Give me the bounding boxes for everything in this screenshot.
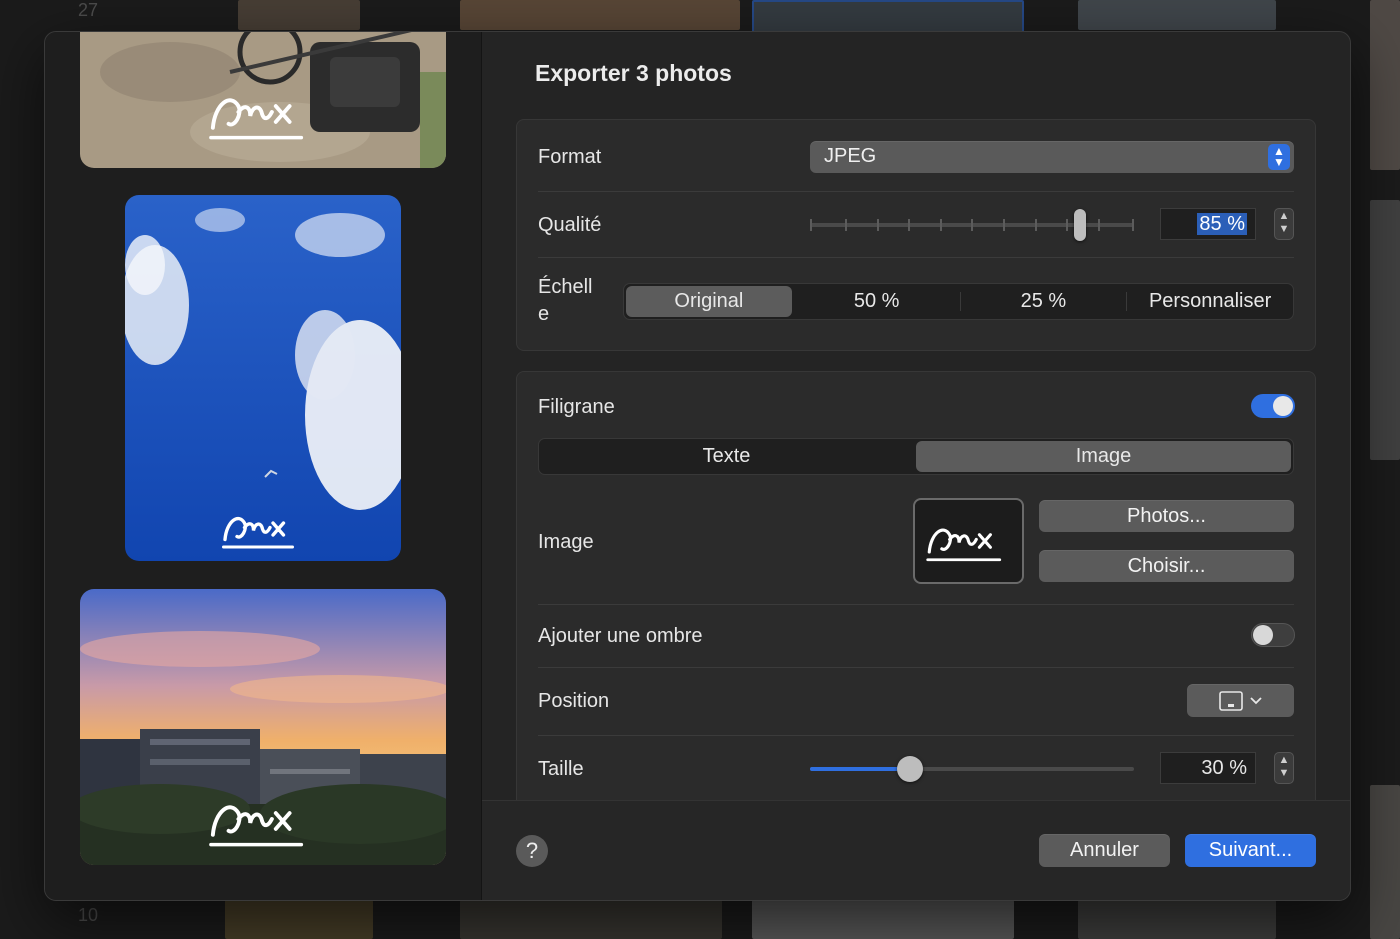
- position-label: Position: [538, 690, 610, 712]
- library-thumbnail[interactable]: [1370, 0, 1400, 170]
- watermark-type-image[interactable]: Image: [916, 441, 1291, 472]
- scale-label: Échell e: [538, 274, 592, 328]
- quality-field[interactable]: 85 %: [1160, 208, 1256, 240]
- preview-pane: [45, 32, 482, 900]
- size-stepper[interactable]: ▲ ▼: [1274, 752, 1294, 784]
- position-select[interactable]: [1187, 684, 1294, 717]
- format-label: Format: [538, 146, 602, 168]
- preview-photo-bike: [80, 32, 446, 168]
- quality-slider-knob[interactable]: [1074, 209, 1086, 241]
- library-thumbnail[interactable]: [238, 0, 360, 30]
- size-slider-knob[interactable]: [897, 756, 923, 782]
- format-value: JPEG: [824, 145, 877, 167]
- quality-value: 85 %: [1197, 213, 1247, 235]
- watermark-type-text[interactable]: Texte: [539, 439, 914, 474]
- row-number: 10: [78, 905, 99, 925]
- shadow-label: Ajouter une ombre: [538, 625, 703, 647]
- library-thumbnail[interactable]: [460, 900, 722, 939]
- library-thumbnail[interactable]: [1078, 0, 1276, 30]
- scale-option-original[interactable]: Original: [626, 286, 792, 317]
- library-thumbnail[interactable]: [1370, 200, 1400, 460]
- next-button[interactable]: Suivant...: [1185, 834, 1316, 867]
- scale-label-line-1: Échell: [538, 276, 593, 298]
- watermark-image-label: Image: [538, 531, 594, 553]
- chevron-up-down-icon: ▲ ▼: [1268, 144, 1290, 170]
- scale-option-custom[interactable]: Personnaliser: [1127, 284, 1293, 319]
- dialog-title: Exporter 3 photos: [535, 60, 732, 86]
- signature-watermark-icon: [926, 528, 1002, 562]
- format-select[interactable]: JPEG ▲ ▼: [810, 141, 1294, 173]
- signature-watermark-icon: [209, 98, 304, 140]
- settings-pane: Exporter 3 photos Format JPEG ▲ ▼ Qualité…: [482, 32, 1350, 900]
- library-thumbnail[interactable]: [1370, 785, 1400, 939]
- position-icon: [1219, 691, 1243, 711]
- chevron-down-icon: [1250, 697, 1262, 705]
- help-icon[interactable]: ?: [516, 835, 548, 867]
- quality-label: Qualité: [538, 214, 602, 236]
- size-slider[interactable]: [810, 756, 1134, 782]
- export-settings-group: Format JPEG ▲ ▼ Qualité 85 % ▲ ▼ Échell …: [516, 119, 1316, 351]
- watermark-toggle[interactable]: [1251, 394, 1295, 418]
- quality-slider[interactable]: [810, 209, 1134, 241]
- export-dialog: Exporter 3 photos Format JPEG ▲ ▼ Qualité…: [44, 31, 1351, 901]
- quality-stepper[interactable]: ▲ ▼: [1274, 208, 1294, 240]
- watermark-label: Filigrane: [538, 396, 615, 418]
- preview-photo-sky: [125, 195, 401, 561]
- scale-label-line-2: e: [538, 303, 550, 325]
- watermark-group: Filigrane Texte Image Image Photos... Ch…: [516, 371, 1316, 832]
- size-label: Taille: [538, 758, 584, 780]
- watermark-type-segmented-control[interactable]: Texte Image: [538, 438, 1294, 475]
- dialog-footer: ? Annuler Suivant...: [482, 800, 1350, 900]
- library-thumbnail[interactable]: [1078, 900, 1276, 939]
- shadow-toggle[interactable]: [1251, 623, 1295, 647]
- signature-watermark-icon: [222, 516, 294, 549]
- scale-option-50[interactable]: 50 %: [794, 284, 960, 319]
- row-number: 27: [78, 0, 99, 20]
- watermark-image-preview[interactable]: [913, 498, 1024, 584]
- signature-watermark-icon: [209, 805, 304, 847]
- size-field[interactable]: 30 %: [1160, 752, 1256, 784]
- scale-option-25[interactable]: 25 %: [961, 284, 1127, 319]
- library-thumbnail[interactable]: [460, 0, 740, 30]
- photos-button[interactable]: Photos...: [1039, 500, 1294, 532]
- preview-photo-sunset: [80, 589, 446, 865]
- library-thumbnail[interactable]: [225, 900, 373, 939]
- library-thumbnail[interactable]: [752, 900, 1014, 939]
- cancel-button[interactable]: Annuler: [1039, 834, 1170, 867]
- library-thumbnail[interactable]: [752, 0, 1024, 34]
- size-value: 30 %: [1201, 757, 1247, 779]
- choose-button[interactable]: Choisir...: [1039, 550, 1294, 582]
- scale-segmented-control[interactable]: Original 50 % 25 % Personnaliser: [623, 283, 1294, 320]
